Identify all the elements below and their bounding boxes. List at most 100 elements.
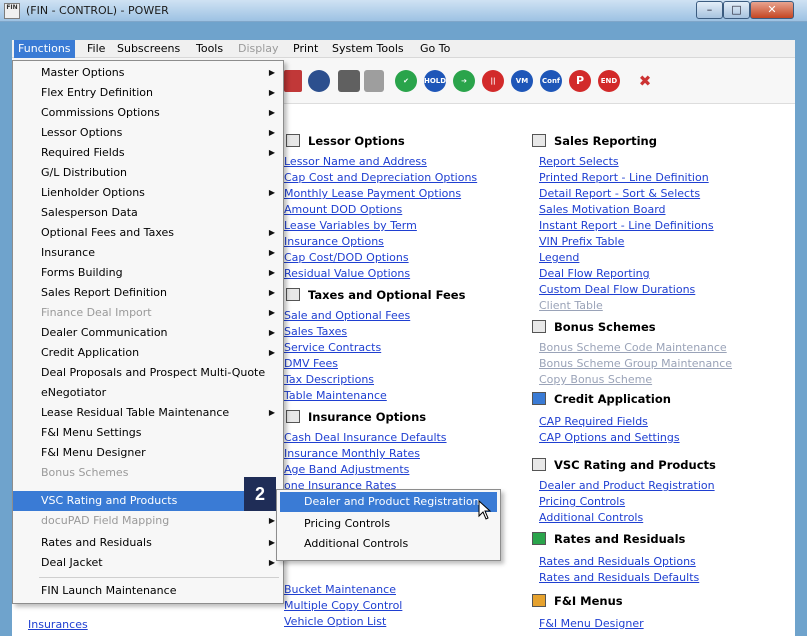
menu-item-bonus-schemes[interactable]: Bonus Schemes [13, 463, 283, 483]
link-bonus-code[interactable]: Bonus Scheme Code Maintenance [539, 341, 727, 354]
toolbar-disk-icon[interactable] [308, 70, 330, 92]
application-window: FIN (FIN - CONTROL) - POWER – □ ✕ Functi… [0, 0, 807, 636]
submenu-item-dealer-product-registration[interactable]: Dealer and Product Registration [280, 492, 497, 512]
link-rates-defaults[interactable]: Rates and Residuals Defaults [539, 571, 699, 584]
link-sales-taxes[interactable]: Sales Taxes [284, 325, 347, 338]
menu-item-deal-jacket[interactable]: Deal Jacket ▶ [13, 553, 283, 573]
link-cash-deal-insurance[interactable]: Cash Deal Insurance Defaults [284, 431, 447, 444]
menu-item-lease-residual[interactable]: Lease Residual Table Maintenance ▶ [13, 403, 283, 423]
menu-go-to[interactable]: Go To [416, 40, 454, 58]
link-lease-variables[interactable]: Lease Variables by Term [284, 219, 417, 232]
link-dmv-fees[interactable]: DMV Fees [284, 357, 338, 370]
link-insurances[interactable]: Insurances [28, 618, 88, 631]
menu-item-commissions[interactable]: Commissions Options ▶ [13, 103, 283, 123]
link-insurance-monthly-rates[interactable]: Insurance Monthly Rates [284, 447, 420, 460]
app-icon[interactable]: FIN [4, 3, 20, 19]
menu-item-salesperson[interactable]: Salesperson Data [13, 203, 283, 223]
link-pricing-controls[interactable]: Pricing Controls [539, 495, 625, 508]
submenu-arrow-icon: ▶ [268, 88, 275, 97]
submenu-arrow-icon: ▶ [268, 516, 275, 525]
maximize-button[interactable]: □ [723, 1, 750, 19]
menu-item-fi-menu-designer[interactable]: F&I Menu Designer [13, 443, 283, 463]
toolbar-tool-icon[interactable] [338, 70, 360, 92]
menu-item-dealer-communication[interactable]: Dealer Communication ▶ [13, 323, 283, 343]
vm-icon[interactable]: VM [511, 70, 533, 92]
minimize-button[interactable]: – [696, 1, 723, 19]
menu-display[interactable]: Display [234, 40, 283, 58]
link-custom-deal-flow[interactable]: Custom Deal Flow Durations [539, 283, 695, 296]
menu-item-required-fields[interactable]: Required Fields ▶ [13, 143, 283, 163]
link-residual-value[interactable]: Residual Value Options [284, 267, 410, 280]
title-bar[interactable]: FIN (FIN - CONTROL) - POWER – □ ✕ [0, 0, 807, 22]
link-cap-options[interactable]: CAP Options and Settings [539, 431, 680, 444]
tools-icon[interactable]: ✖ [634, 70, 656, 92]
link-cap-required[interactable]: CAP Required Fields [539, 415, 648, 428]
link-cap-cost-dod[interactable]: Cap Cost/DOD Options [284, 251, 409, 264]
link-detail-report[interactable]: Detail Report - Sort & Selects [539, 187, 700, 200]
link-legend[interactable]: Legend [539, 251, 579, 264]
menu-item-vsc-rating[interactable]: VSC Rating and Products▶ [13, 491, 283, 511]
menu-item-fi-menu-settings[interactable]: F&I Menu Settings [13, 423, 283, 443]
submenu-item-pricing-controls[interactable]: Pricing Controls [280, 514, 497, 534]
stop-icon[interactable]: || [482, 70, 504, 92]
link-table-maintenance[interactable]: Table Maintenance [284, 389, 387, 402]
toolbar-gray-icon[interactable] [364, 70, 384, 92]
link-fi-menu-designer[interactable]: F&I Menu Designer [539, 617, 644, 630]
end-icon[interactable]: END [598, 70, 620, 92]
link-deal-flow-reporting[interactable]: Deal Flow Reporting [539, 267, 650, 280]
link-instant-report[interactable]: Instant Report - Line Definitions [539, 219, 714, 232]
link-multiple-copy[interactable]: Multiple Copy Control [284, 599, 402, 612]
menu-subscreens[interactable]: Subscreens [113, 40, 184, 58]
link-printed-report[interactable]: Printed Report - Line Definition [539, 171, 709, 184]
hold-icon[interactable]: HOLD [424, 70, 446, 92]
submenu-item-additional-controls[interactable]: Additional Controls [280, 534, 497, 554]
link-lessor-name[interactable]: Lessor Name and Address [284, 155, 427, 168]
menu-item-finance-deal-import[interactable]: Finance Deal Import ▶ [13, 303, 283, 323]
menu-file[interactable]: File [83, 40, 109, 58]
menu-system-tools[interactable]: System Tools [328, 40, 408, 58]
menu-item-lienholder[interactable]: Lienholder Options ▶ [13, 183, 283, 203]
check-icon[interactable]: ✔ [395, 70, 417, 92]
menu-print[interactable]: Print [289, 40, 322, 58]
link-client-table[interactable]: Client Table [539, 299, 603, 312]
link-dealer-product-registration[interactable]: Dealer and Product Registration [539, 479, 715, 492]
link-rates-options[interactable]: Rates and Residuals Options [539, 555, 696, 568]
link-sale-optional-fees[interactable]: Sale and Optional Fees [284, 309, 410, 322]
arrow-right-icon[interactable]: ➔ [453, 70, 475, 92]
link-copy-bonus[interactable]: Copy Bonus Scheme [539, 373, 652, 386]
toolbar-red-icon[interactable] [284, 70, 302, 92]
menu-item-docupad[interactable]: docuPAD Field Mapping ▶ [13, 511, 283, 531]
link-vin-prefix[interactable]: VIN Prefix Table [539, 235, 624, 248]
menu-item-deal-proposals[interactable]: Deal Proposals and Prospect Multi-Quote [13, 363, 283, 383]
p-icon[interactable]: P [569, 70, 591, 92]
link-age-band[interactable]: Age Band Adjustments [284, 463, 409, 476]
menu-item-enegotiator[interactable]: eNegotiator [13, 383, 283, 403]
menu-item-sales-report[interactable]: Sales Report Definition ▶ [13, 283, 283, 303]
link-vehicle-option-list[interactable]: Vehicle Option List [284, 615, 386, 628]
menu-item-insurance[interactable]: Insurance ▶ [13, 243, 283, 263]
menu-item-lessor-options[interactable]: Lessor Options ▶ [13, 123, 283, 143]
menu-item-credit-application[interactable]: Credit Application ▶ [13, 343, 283, 363]
link-tax-descriptions[interactable]: Tax Descriptions [284, 373, 374, 386]
close-button[interactable]: ✕ [750, 1, 794, 19]
menu-item-gl-distribution[interactable]: G/L Distribution [13, 163, 283, 183]
link-sales-motivation[interactable]: Sales Motivation Board [539, 203, 666, 216]
menu-functions[interactable]: Functions [14, 40, 75, 58]
link-service-contracts[interactable]: Service Contracts [284, 341, 381, 354]
menu-tools[interactable]: Tools [192, 40, 227, 58]
link-report-selects[interactable]: Report Selects [539, 155, 619, 168]
menu-item-master-options[interactable]: Master Options ▶ [13, 63, 283, 83]
link-amount-dod[interactable]: Amount DOD Options [284, 203, 402, 216]
conf-icon[interactable]: Conf [540, 70, 562, 92]
link-insurance-options[interactable]: Insurance Options [284, 235, 384, 248]
link-monthly-lease-payment[interactable]: Monthly Lease Payment Options [284, 187, 461, 200]
menu-item-rates-residuals[interactable]: Rates and Residuals ▶ [13, 533, 283, 553]
menu-item-optional-fees[interactable]: Optional Fees and Taxes ▶ [13, 223, 283, 243]
link-bonus-group[interactable]: Bonus Scheme Group Maintenance [539, 357, 732, 370]
link-bucket-maintenance[interactable]: Bucket Maintenance [284, 583, 396, 596]
menu-item-flex-entry[interactable]: Flex Entry Definition ▶ [13, 83, 283, 103]
menu-item-forms-building[interactable]: Forms Building ▶ [13, 263, 283, 283]
link-cap-cost-depreciation[interactable]: Cap Cost and Depreciation Options [284, 171, 477, 184]
menu-item-fin-launch[interactable]: FIN Launch Maintenance [13, 581, 283, 601]
link-additional-controls[interactable]: Additional Controls [539, 511, 643, 524]
